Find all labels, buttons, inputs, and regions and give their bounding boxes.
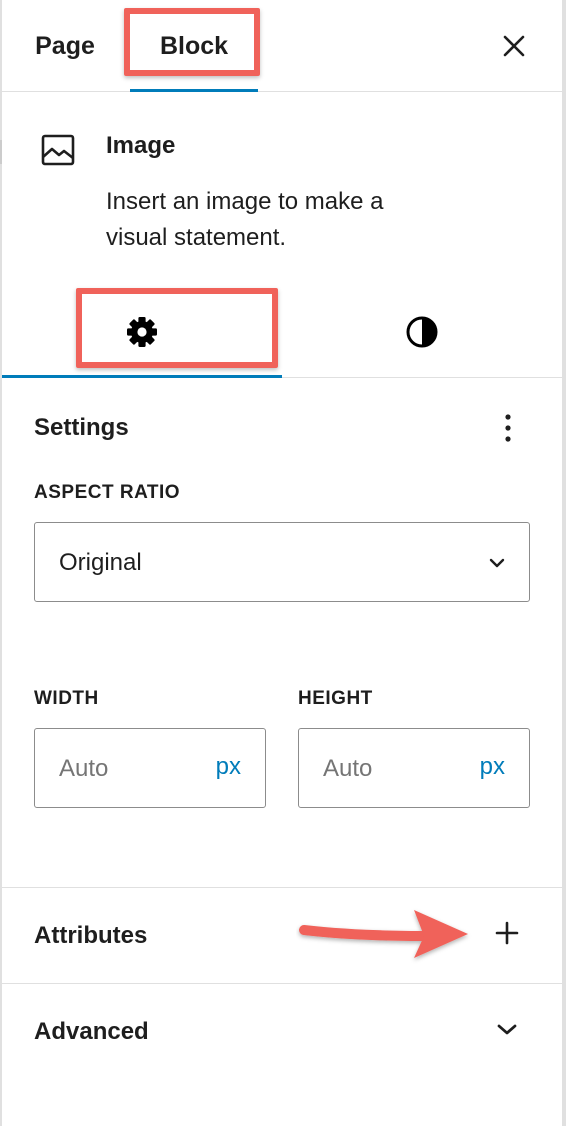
width-placeholder: Auto [59,755,109,782]
tab-page-label: Page [35,31,95,60]
sidebar-header: Page Block [2,0,562,92]
attributes-expand-button[interactable] [490,916,524,950]
image-icon [41,134,75,166]
attributes-panel-toggle[interactable]: Attributes [2,888,562,984]
close-button[interactable] [494,26,534,66]
tab-styles[interactable] [282,286,562,378]
tab-page[interactable]: Page [20,0,110,92]
aspect-ratio-label: ASPECT RATIO [34,482,181,503]
aspect-ratio-select[interactable]: Original [34,522,530,602]
settings-panel: Settings ASPECT RATIO Original WIDTH Aut… [2,378,562,888]
width-unit[interactable]: px [216,753,241,781]
settings-options-button[interactable] [490,408,526,448]
more-vertical-icon [505,414,511,442]
chevron-down-icon [497,1024,517,1035]
plus-icon [495,921,519,945]
height-unit[interactable]: px [480,753,505,781]
advanced-panel-toggle[interactable]: Advanced [2,984,562,1080]
tab-settings[interactable] [2,286,282,378]
close-icon [503,35,525,57]
advanced-expand-button[interactable] [490,1012,524,1046]
height-input[interactable]: Auto px [298,728,530,808]
tab-block-label: Block [159,31,229,60]
height-placeholder: Auto [323,755,373,782]
chevron-down-icon [489,558,505,568]
block-description: Insert an image to make a visual stateme… [106,188,384,251]
width-input[interactable]: Auto px [34,728,266,808]
block-title: Image [106,132,176,159]
attributes-title: Attributes [34,922,148,949]
frame-edge-right [562,0,566,1126]
advanced-title: Advanced [34,1018,149,1045]
width-label: WIDTH [34,688,99,709]
gear-icon [127,317,157,347]
height-label: HEIGHT [298,688,373,709]
tab-block[interactable]: Block [128,0,260,92]
contrast-icon [406,316,438,348]
inspector-tabs [2,286,562,378]
settings-title: Settings [34,414,129,441]
aspect-ratio-value: Original [59,549,142,576]
